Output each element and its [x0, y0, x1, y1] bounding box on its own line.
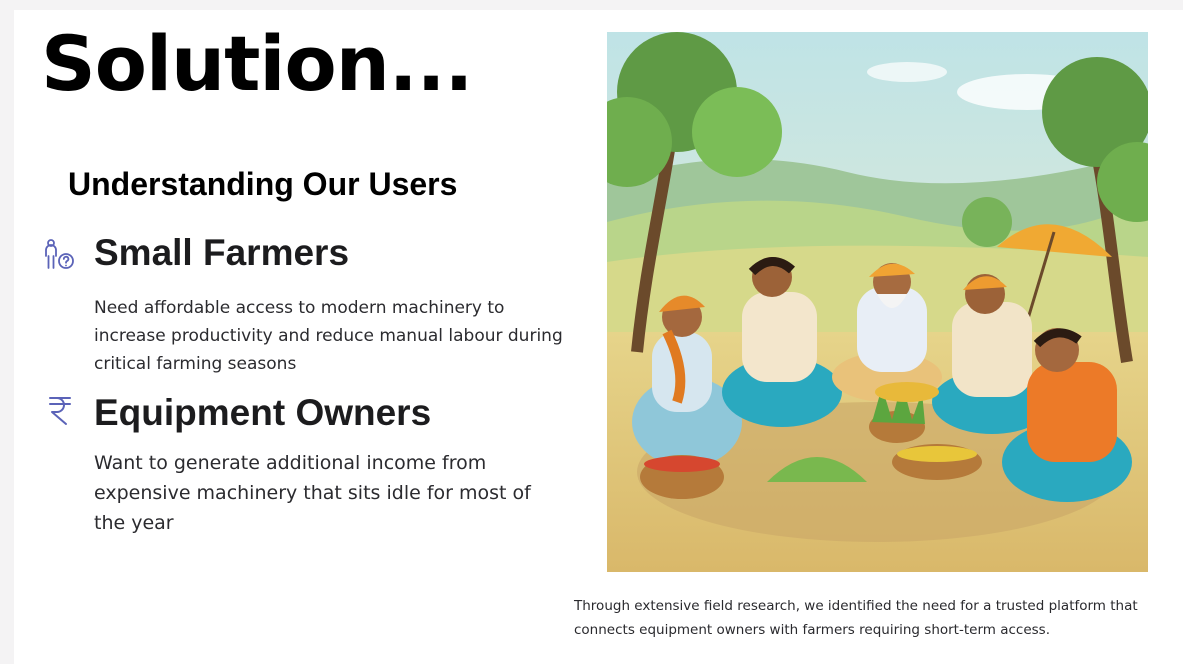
user-heading: Small Farmers	[94, 232, 350, 273]
slide-title: Solution...	[41, 19, 473, 108]
farmers-gathering-illustration	[607, 32, 1148, 572]
user-heading: Equipment Owners	[94, 392, 432, 433]
slide-caption: Through extensive field research, we ide…	[574, 598, 1138, 638]
rupee-icon	[49, 397, 71, 425]
user-description: Want to generate additional income from …	[94, 452, 531, 534]
person-question-icon	[45, 239, 74, 269]
user-description: Need affordable access to modern machine…	[94, 298, 563, 374]
slide: Solution... Understanding Our Users Smal…	[14, 10, 1183, 664]
slide-subtitle: Understanding Our Users	[68, 166, 458, 202]
